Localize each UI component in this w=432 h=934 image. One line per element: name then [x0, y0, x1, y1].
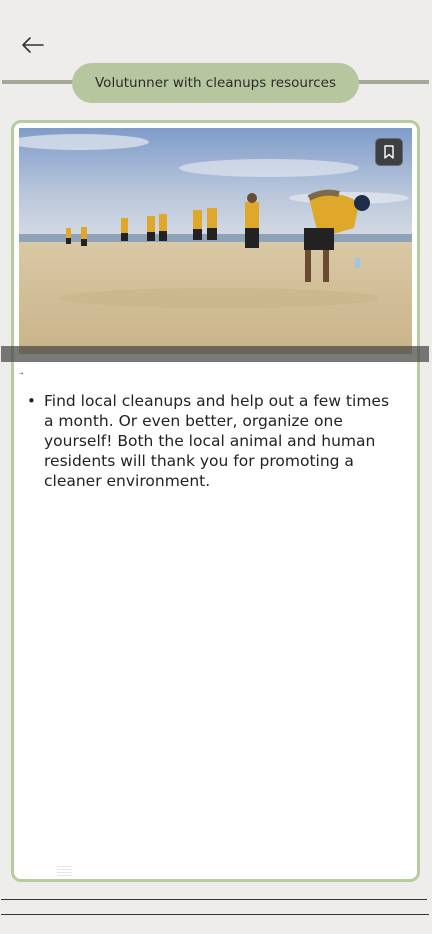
resize-handle[interactable] [57, 866, 72, 877]
arrow-left-icon [22, 37, 44, 53]
bottom-divider [1, 914, 429, 915]
bookmark-icon [384, 145, 394, 159]
tips-list: Find local cleanups and help out a few t… [27, 391, 392, 491]
image-caption-bar [1, 346, 429, 362]
bottom-divider [1, 899, 427, 900]
beach-cleanup-image [19, 128, 412, 354]
source-link[interactable]: → [19, 371, 23, 377]
back-button[interactable] [18, 33, 46, 57]
resource-card [11, 120, 420, 882]
cleanup-photo [19, 128, 412, 354]
page-title: Volutunner with cleanups resources [72, 63, 359, 103]
bookmark-button[interactable] [375, 138, 403, 166]
list-item: Find local cleanups and help out a few t… [27, 391, 392, 491]
